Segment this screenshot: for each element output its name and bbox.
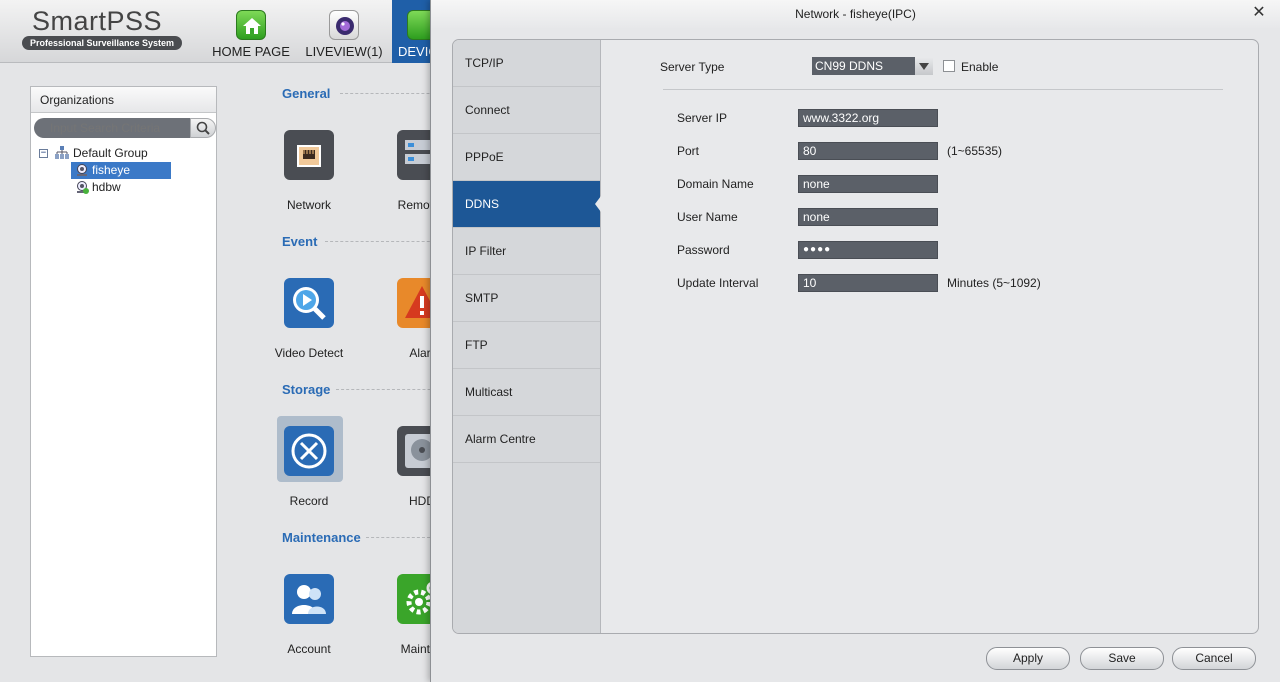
config-network[interactable]: Network xyxy=(269,130,349,212)
app-logo: SmartPSS Professional Surveillance Syste… xyxy=(22,6,184,50)
search-icon xyxy=(196,121,210,135)
dialog-title: Network - fisheye(IPC) xyxy=(431,0,1280,28)
password-input[interactable]: ●●●● xyxy=(798,241,938,259)
section-divider xyxy=(325,241,445,242)
nav-multicast[interactable]: Multicast xyxy=(453,369,600,416)
config-record-label: Record xyxy=(289,494,329,508)
config-video-detect[interactable]: Video Detect xyxy=(269,278,349,360)
logo-tagline: Professional Surveillance System xyxy=(22,36,182,50)
enable-checkbox[interactable] xyxy=(943,60,955,72)
password-label: Password xyxy=(677,243,730,257)
domain-name-label: Domain Name xyxy=(677,177,754,191)
port-input[interactable] xyxy=(798,142,938,160)
org-search xyxy=(34,118,216,138)
form-divider xyxy=(663,89,1223,90)
cancel-button[interactable]: Cancel xyxy=(1172,647,1256,670)
save-button[interactable]: Save xyxy=(1080,647,1164,670)
chevron-down-icon[interactable] xyxy=(915,57,933,75)
nav-alarm-centre[interactable]: Alarm Centre xyxy=(453,416,600,463)
camera-lens-icon xyxy=(329,10,359,40)
nav-connect[interactable]: Connect xyxy=(453,87,600,134)
dialog-body: TCP/IP Connect PPPoE DDNS IP Filter SMTP… xyxy=(452,39,1259,634)
org-search-input[interactable] xyxy=(34,118,190,138)
network-nav: TCP/IP Connect PPPoE DDNS IP Filter SMTP… xyxy=(453,40,601,633)
nav-pppoe[interactable]: PPPoE xyxy=(453,134,600,181)
camera-icon xyxy=(77,181,89,194)
camera-icon xyxy=(77,164,87,176)
config-record[interactable]: Record xyxy=(269,426,349,508)
port-range-hint: (1~65535) xyxy=(947,144,1003,158)
apply-button[interactable]: Apply xyxy=(986,647,1070,670)
account-users-icon xyxy=(284,574,334,624)
section-storage-title: Storage xyxy=(282,382,331,397)
home-icon xyxy=(236,10,266,40)
network-port-icon xyxy=(284,130,334,180)
search-button[interactable] xyxy=(190,118,216,138)
network-dialog: Network - fisheye(IPC) ✕ TCP/IP Connect … xyxy=(430,0,1280,682)
update-interval-input[interactable] xyxy=(798,274,938,292)
tab-liveview-label: LIVEVIEW(1) xyxy=(305,44,383,59)
nav-ip-filter[interactable]: IP Filter xyxy=(453,228,600,275)
nav-ftp[interactable]: FTP xyxy=(453,322,600,369)
close-icon[interactable]: ✕ xyxy=(1252,5,1266,21)
server-type-label: Server Type xyxy=(660,60,725,74)
section-maintenance-title: Maintenance xyxy=(282,530,361,545)
tab-home-page[interactable]: HOME PAGE xyxy=(206,0,296,63)
organizations-title: Organizations xyxy=(31,87,216,113)
video-detect-icon xyxy=(284,278,334,328)
organizations-panel: Organizations − Default Group fisheye hd… xyxy=(30,86,217,657)
server-type-value: CN99 DDNS xyxy=(815,59,884,73)
tree-device-label: hdbw xyxy=(92,180,121,194)
config-account[interactable]: Account xyxy=(269,574,349,656)
section-event-title: Event xyxy=(282,234,318,249)
nav-tcpip[interactable]: TCP/IP xyxy=(453,40,600,87)
user-name-label: User Name xyxy=(677,210,738,224)
tab-liveview[interactable]: LIVEVIEW(1) xyxy=(300,0,388,63)
record-tools-icon xyxy=(284,426,334,476)
nav-ddns[interactable]: DDNS xyxy=(453,181,601,228)
update-interval-label: Update Interval xyxy=(677,276,759,290)
section-general-title: General xyxy=(282,86,331,101)
update-interval-hint: Minutes (5~1092) xyxy=(947,276,1041,290)
tree-group-label: Default Group xyxy=(73,146,148,160)
server-type-select[interactable]: CN99 DDNS xyxy=(812,57,933,75)
user-name-input[interactable] xyxy=(798,208,938,226)
nav-smtp[interactable]: SMTP xyxy=(453,275,600,322)
port-label: Port xyxy=(677,144,700,158)
tab-home-label: HOME PAGE xyxy=(212,44,290,59)
group-icon xyxy=(55,146,69,159)
server-ip-label: Server IP xyxy=(677,111,728,125)
server-ip-input[interactable] xyxy=(798,109,938,127)
collapse-toggle-icon[interactable]: − xyxy=(39,149,48,158)
domain-name-input[interactable] xyxy=(798,175,938,193)
config-network-label: Network xyxy=(286,198,331,212)
tree-device-label: fisheye xyxy=(92,163,131,177)
config-video-detect-label: Video Detect xyxy=(274,346,344,360)
logo-text: SmartPSS xyxy=(32,6,163,36)
config-account-label: Account xyxy=(287,642,331,656)
enable-label: Enable xyxy=(961,60,999,74)
